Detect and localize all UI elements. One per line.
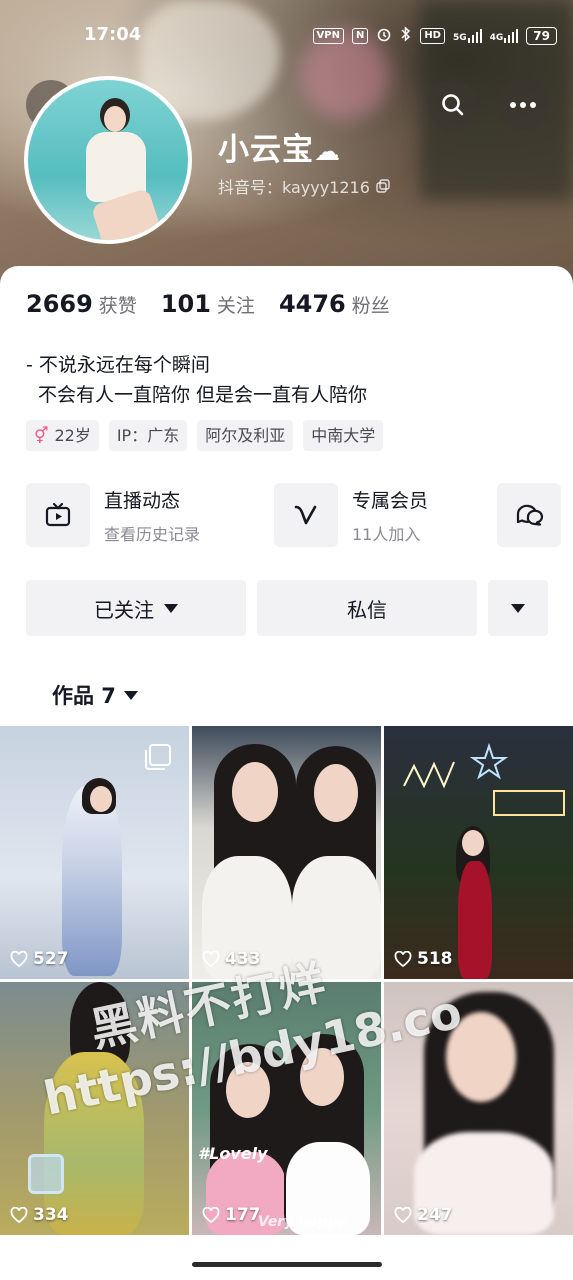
caret-down-icon (511, 603, 525, 613)
message-label: 私信 (347, 597, 387, 622)
video-likes-count: 518 (417, 949, 453, 969)
video-tile[interactable]: 334 (0, 982, 189, 1235)
followed-button[interactable]: 已关注 (26, 580, 246, 636)
heart-icon (202, 1207, 220, 1223)
caret-down-icon (123, 690, 138, 700)
status-time: 17:04 (84, 24, 142, 45)
tile-caption-happy: Very happy (258, 1214, 347, 1230)
tab-works[interactable]: 作品 7 (52, 680, 138, 710)
video-likes-count: 527 (33, 949, 69, 969)
profile-nickname: 小云宝☁ (218, 124, 341, 169)
works-tab-label: 作品 7 (52, 684, 116, 708)
video-likes: 518 (394, 949, 453, 969)
status-bar: 17:04 VPN N HD 5G 4G 79 (0, 24, 573, 50)
bio-line: - 不说永远在每个瞬间 (26, 354, 210, 376)
more-dots-icon (510, 102, 536, 108)
live-history-subtitle: 查看历史记录 (104, 524, 201, 544)
heart-icon (10, 1207, 28, 1223)
stat-followers[interactable]: 4476 粉丝 (279, 290, 390, 318)
stat-followers-number: 4476 (278, 290, 346, 318)
cloud-icon: ☁ (314, 137, 341, 167)
profile-actions: 已关注 私信 (26, 580, 548, 636)
vip-title: 专属会员 (352, 489, 429, 512)
tv-icon (26, 483, 90, 547)
video-likes-count: 334 (33, 1205, 69, 1225)
heart-icon (10, 951, 28, 967)
video-tile[interactable]: #Lovely Very happy 177 (192, 982, 381, 1235)
vip-membership-entry[interactable]: 专属会员 11人加入 (274, 483, 428, 547)
followed-label: 已关注 (94, 597, 154, 622)
hd-icon: HD (420, 27, 445, 44)
message-button[interactable]: 私信 (257, 580, 477, 636)
alarm-icon (376, 26, 392, 45)
home-indicator[interactable] (192, 1262, 382, 1267)
recommend-toggle-button[interactable] (488, 580, 548, 636)
profile-stats: 2669 获赞 101 关注 4476 粉丝 (26, 290, 390, 318)
profile-bio: - 不说永远在每个瞬间 不会有人一直陪你 但是会一直有人陪你 (26, 350, 367, 410)
search-button[interactable] (428, 80, 478, 130)
video-tile[interactable]: 247 (384, 982, 573, 1235)
female-icon: ⚥ (34, 426, 49, 445)
stat-following-number: 101 (160, 290, 211, 318)
video-likes: 433 (202, 949, 261, 969)
profile-tags: ⚥ 22岁 IP：广东 阿尔及利亚 中南大学 (26, 420, 384, 451)
stat-following[interactable]: 101 关注 (161, 290, 255, 318)
heart-icon (394, 951, 412, 967)
group-chat-entry[interactable] (497, 483, 561, 547)
avatar[interactable] (24, 76, 192, 244)
video-likes: 527 (10, 949, 69, 969)
feature-entries: 直播动态 查看历史记录 专属会员 11人加入 (26, 483, 561, 549)
tile-caption-lovely: #Lovely (198, 1144, 268, 1163)
stat-likes[interactable]: 2669 获赞 (26, 290, 137, 318)
video-likes-count: 177 (225, 1205, 261, 1225)
vip-icon (274, 483, 338, 547)
stat-likes-number: 2669 (26, 290, 93, 318)
more-options-button[interactable] (498, 80, 548, 130)
video-likes: 177 (202, 1205, 261, 1225)
signal-5g-icon: 5G (452, 28, 482, 43)
heart-icon (394, 1207, 412, 1223)
bottom-strip (0, 1240, 573, 1280)
group-chat-icon (497, 483, 561, 547)
signal-5g-label: 5G (452, 32, 467, 43)
handbag (28, 1154, 64, 1194)
tag-age: ⚥ 22岁 (26, 420, 99, 451)
signal-4g-label: 4G (489, 32, 504, 43)
stat-likes-label: 获赞 (98, 295, 137, 317)
video-likes: 247 (394, 1205, 453, 1225)
tag-location[interactable]: 阿尔及利亚 (197, 420, 294, 451)
video-likes-count: 433 (225, 949, 261, 969)
douyin-id-text: 抖音号：kayyy1216 (218, 178, 370, 197)
video-tile[interactable]: 518 (384, 726, 573, 979)
vip-subtitle: 11人加入 (352, 524, 421, 544)
battery-icon: 79 (526, 26, 557, 45)
video-likes-count: 247 (417, 1205, 453, 1225)
stat-followers-label: 粉丝 (351, 295, 390, 317)
video-tile[interactable]: 527 (0, 726, 189, 979)
stat-following-label: 关注 (216, 295, 255, 317)
nickname-text: 小云宝 (218, 132, 314, 168)
video-tile[interactable]: 433 (192, 726, 381, 979)
tag-age-text: 22岁 (54, 426, 91, 445)
bluetooth-icon (400, 26, 412, 45)
live-history-entry[interactable]: 直播动态 查看历史记录 (26, 483, 200, 547)
vpn-icon: VPN (312, 27, 344, 44)
search-icon (442, 94, 464, 116)
signal-4g-icon: 4G (489, 28, 519, 43)
tag-school[interactable]: 中南大学 (303, 420, 384, 451)
tag-ip: IP：广东 (108, 420, 188, 451)
caret-down-icon (164, 603, 178, 613)
bio-line: 不会有人一直陪你 但是会一直有人陪你 (38, 384, 368, 406)
live-history-title: 直播动态 (104, 489, 181, 512)
multi-image-icon (145, 744, 171, 770)
video-likes: 334 (10, 1205, 69, 1225)
copy-icon (376, 179, 390, 193)
nfc-icon: N (351, 27, 369, 44)
douyin-id[interactable]: 抖音号：kayyy1216 (218, 174, 390, 198)
heart-icon (202, 951, 220, 967)
